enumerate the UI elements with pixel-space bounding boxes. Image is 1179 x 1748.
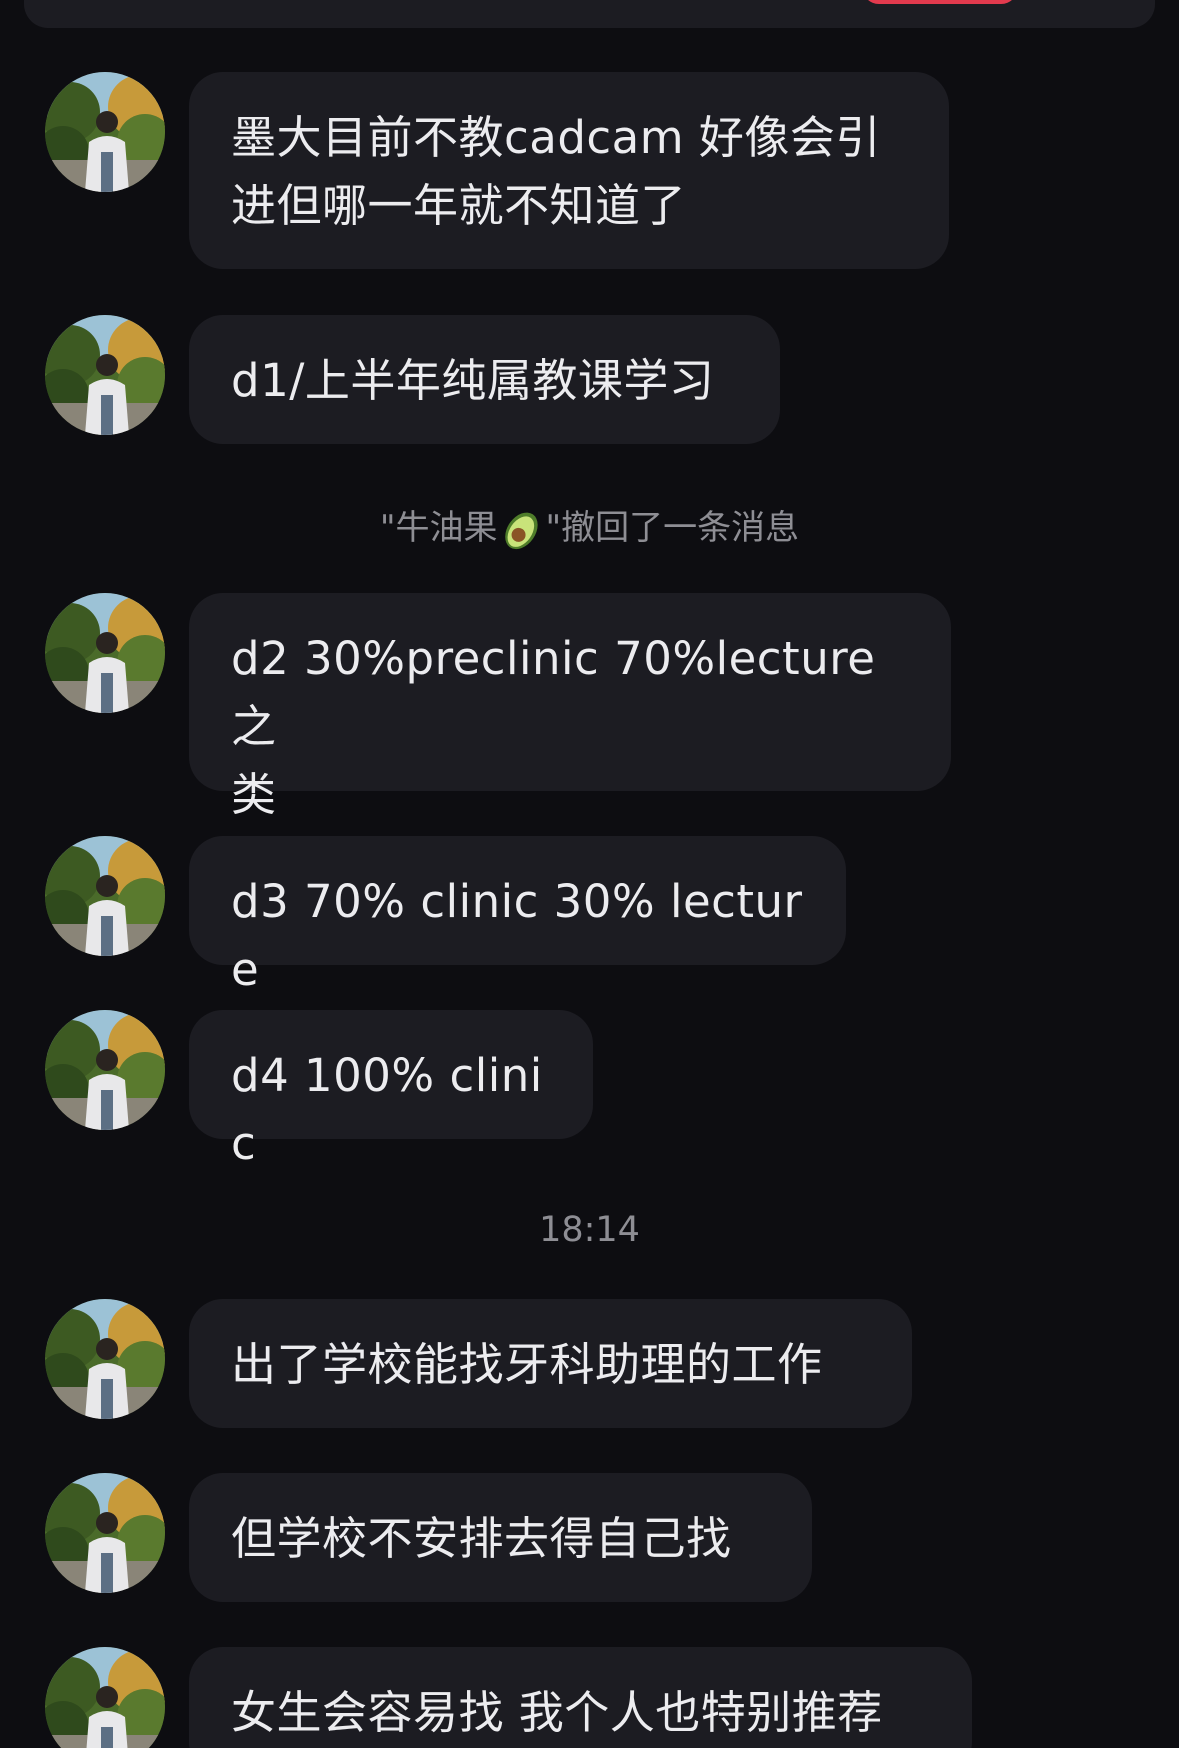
- avatar[interactable]: [45, 1647, 165, 1748]
- message-bubble[interactable]: d2 30%preclinic 70%lecture 之 类: [189, 593, 951, 821]
- avatar[interactable]: [45, 1299, 165, 1419]
- recall-notice: "牛油果 "撤回了一条消息: [0, 503, 1179, 553]
- message-bubble[interactable]: d3 70% clinic 30% lecture: [189, 836, 846, 996]
- message-bubble[interactable]: 但学校不安排去得自己找: [189, 1473, 812, 1602]
- recall-notice-suffix: "撤回了一条消息: [545, 508, 800, 548]
- avocado-icon: [504, 512, 538, 549]
- top-card-partial[interactable]: [24, 0, 1155, 28]
- avatar[interactable]: [45, 1010, 165, 1130]
- avatar-photo-icon: [45, 836, 165, 956]
- message-bubble[interactable]: 墨大目前不教cadcam 好像会引 进但哪一年就不知道了: [189, 72, 949, 269]
- avatar-photo-icon: [45, 593, 165, 713]
- avatar-photo-icon: [45, 72, 165, 192]
- avatar-photo-icon: [45, 1299, 165, 1419]
- avatar-photo-icon: [45, 1473, 165, 1593]
- message-bubble[interactable]: 女生会容易找 我个人也特别推荐: [189, 1647, 972, 1748]
- message-bubble[interactable]: d4 100% clinic: [189, 1010, 593, 1170]
- avatar-photo-icon: [45, 1010, 165, 1130]
- avatar[interactable]: [45, 72, 165, 192]
- message-bubble[interactable]: 出了学校能找牙科助理的工作: [189, 1299, 912, 1428]
- avatar-photo-icon: [45, 1647, 165, 1748]
- timestamp: 18:14: [539, 1210, 640, 1250]
- message-bubble[interactable]: d1/上半年纯属教课学习: [189, 315, 780, 444]
- avatar[interactable]: [45, 836, 165, 956]
- avatar[interactable]: [45, 315, 165, 435]
- avatar-photo-icon: [45, 315, 165, 435]
- recall-notice-prefix: "牛油果: [379, 508, 498, 548]
- chat-screen: 墨大目前不教cadcam 好像会引 进但哪一年就不知道了 d1/上半年纯属教课学…: [0, 0, 1179, 1748]
- avatar[interactable]: [45, 593, 165, 713]
- red-action-pill[interactable]: [862, 0, 1018, 4]
- avatar[interactable]: [45, 1473, 165, 1593]
